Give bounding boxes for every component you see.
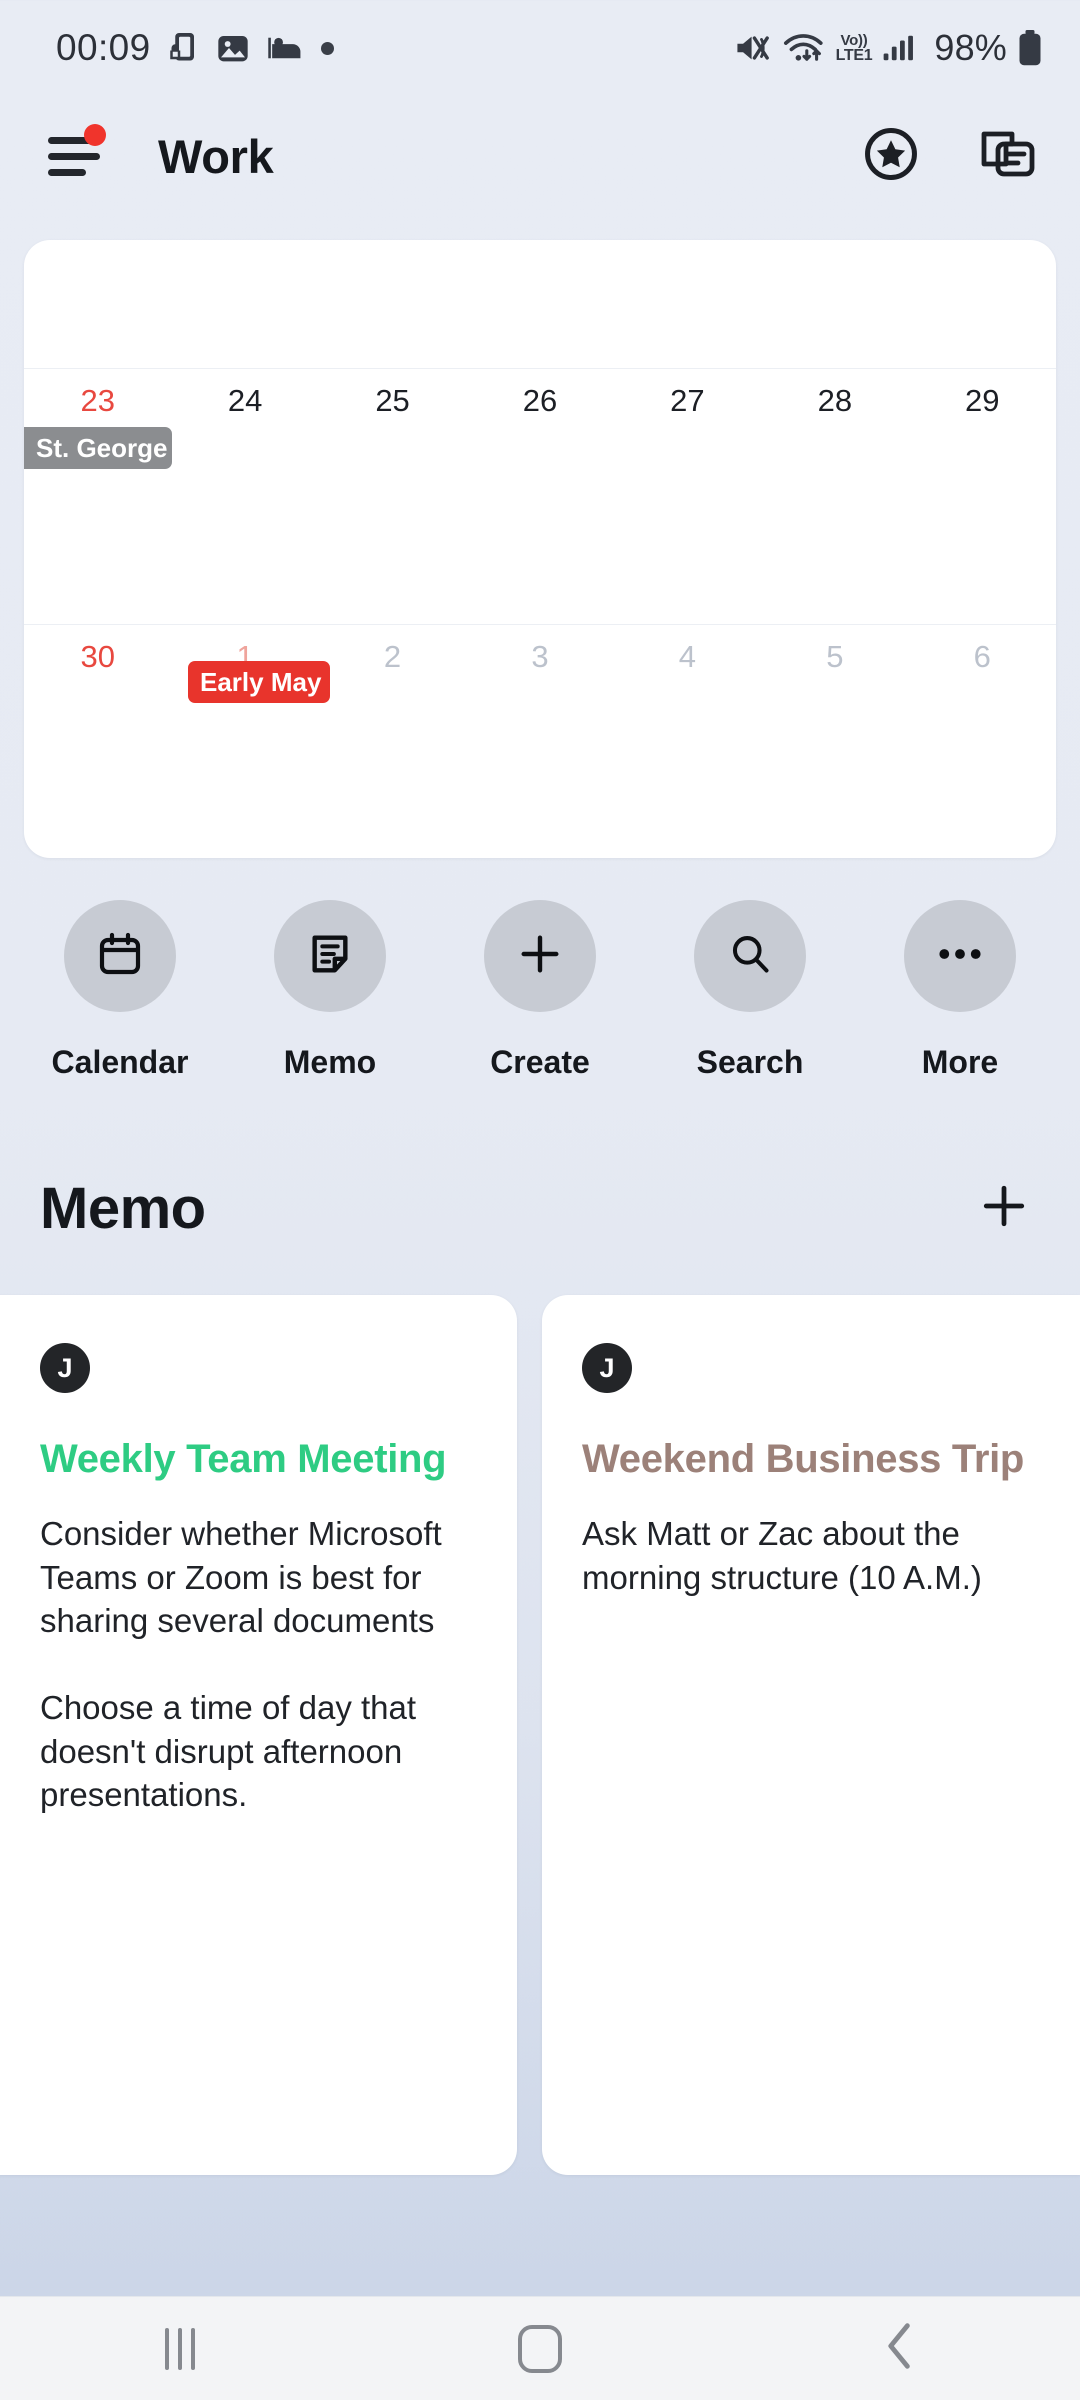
memo-section-title: Memo	[40, 1176, 206, 1241]
phone-lock-icon	[169, 31, 199, 65]
quick-action-circle[interactable]	[274, 900, 386, 1012]
battery-icon	[1018, 30, 1042, 66]
volte-indicator: Vo)) LTE1	[836, 33, 873, 64]
back-button[interactable]	[815, 2297, 985, 2400]
calendar-day-cell[interactable]: 3	[466, 639, 613, 675]
calendar-week-partial	[24, 240, 1056, 368]
calendar-event-chip[interactable]: St. George	[24, 427, 172, 469]
status-bar-left: 00:09	[56, 27, 334, 69]
image-icon	[217, 32, 249, 64]
memo-card[interactable]: J Weekly Team Meeting Consider whether M…	[0, 1295, 518, 2175]
menu-line	[48, 152, 100, 160]
status-time: 00:09	[56, 27, 151, 68]
quick-action-create[interactable]: Create	[480, 900, 600, 1081]
notification-badge-dot	[84, 124, 106, 146]
home-button[interactable]	[455, 2297, 625, 2400]
volte-bottom-label: LTE1	[835, 46, 873, 64]
quick-action-circle[interactable]	[484, 900, 596, 1012]
hamburger-menu-icon[interactable]	[48, 124, 106, 178]
volte-top-label: Vo))	[840, 31, 868, 49]
calendar-day-cell[interactable]: 29	[909, 383, 1056, 419]
wifi-icon	[783, 31, 825, 65]
calendar-card[interactable]: 23 24 25 26 27 28 29 St. George 30 1 2 3…	[24, 240, 1056, 858]
signal-bars-icon	[883, 33, 917, 63]
back-icon	[883, 2322, 917, 2375]
avatar: J	[582, 1343, 633, 1393]
memo-card[interactable]: J Weekend Business Trip Ask Matt or Zac …	[542, 1295, 1080, 2175]
quick-actions-row: Calendar Memo Create Search More	[0, 900, 1080, 1081]
memo-card-list[interactable]: J Weekly Team Meeting Consider whether M…	[0, 1295, 1080, 2175]
quick-action-circle[interactable]	[694, 900, 806, 1012]
memo-card-title: Weekly Team Meeting	[40, 1437, 447, 1481]
quick-action-memo[interactable]: Memo	[270, 900, 390, 1081]
more-horizontal-icon	[938, 946, 982, 967]
calendar-day-cell[interactable]: 23	[24, 383, 171, 419]
dot-icon	[320, 41, 334, 55]
quick-action-search[interactable]: Search	[690, 900, 810, 1081]
quick-action-label: More	[921, 1044, 999, 1080]
status-bar: 00:09 Vo)) LTE1 98%	[0, 0, 1080, 96]
app-bar: Work	[0, 96, 1080, 216]
quick-action-label: Calendar	[51, 1044, 189, 1080]
memo-card-body: Consider whether Microsoft Teams or Zoom…	[40, 1515, 442, 1814]
quick-action-label: Create	[490, 1044, 590, 1080]
calendar-week-row[interactable]: 30 1 2 3 4 5 6 Early May	[24, 624, 1056, 858]
memo-card-title: Weekend Business Trip	[582, 1437, 1025, 1481]
calendar-day-cell[interactable]: 30	[24, 639, 171, 675]
calendar-day-cell[interactable]: 5	[761, 639, 908, 675]
calendar-day-numbers: 30 1 2 3 4 5 6	[24, 625, 1056, 675]
mute-icon	[734, 31, 772, 65]
status-bar-right: Vo)) LTE1 98%	[734, 27, 1042, 69]
memo-section-header: Memo	[40, 1175, 1036, 1242]
calendar-day-numbers: 23 24 25 26 27 28 29	[24, 369, 1056, 419]
quick-action-more[interactable]: More	[900, 900, 1020, 1081]
quick-action-circle[interactable]	[904, 900, 1016, 1012]
menu-line	[48, 168, 86, 176]
app-bar-actions	[864, 127, 1036, 186]
add-memo-button[interactable]	[972, 1177, 1036, 1241]
calendar-event-chip[interactable]: Early May	[188, 661, 330, 703]
memo-card-body: Ask Matt or Zac about the morning struct…	[582, 1515, 982, 1596]
recents-button[interactable]	[95, 2297, 265, 2400]
avatar: J	[40, 1343, 90, 1393]
calendar-icon	[96, 930, 144, 983]
calendar-day-cell[interactable]: 27	[614, 383, 761, 419]
calendar-day-cell[interactable]: 25	[319, 383, 466, 419]
calendar-day-cell[interactable]: 26	[466, 383, 613, 419]
star-circle-icon[interactable]	[864, 127, 918, 186]
android-nav-bar	[0, 2296, 1080, 2400]
quick-action-label: Search	[696, 1044, 804, 1080]
recents-icon	[165, 2327, 195, 2370]
plus-icon	[978, 1180, 1030, 1237]
search-icon	[728, 932, 772, 981]
calendar-day-cell[interactable]: 2	[319, 639, 466, 675]
calendar-day-cell[interactable]: 28	[761, 383, 908, 419]
calendar-day-cell[interactable]: 24	[171, 383, 318, 419]
plus-icon	[517, 931, 563, 982]
memo-icon	[307, 931, 353, 982]
calendar-week-row[interactable]: 23 24 25 26 27 28 29 St. George	[24, 368, 1056, 624]
calendar-day-cell[interactable]: 6	[909, 639, 1056, 675]
calendar-day-cell[interactable]: 4	[614, 639, 761, 675]
quick-action-circle[interactable]	[64, 900, 176, 1012]
home-icon	[518, 2324, 562, 2373]
page-title: Work	[158, 129, 274, 183]
bed-icon	[267, 34, 303, 62]
stacked-cards-icon[interactable]	[980, 128, 1036, 185]
battery-percent-label: 98%	[934, 27, 1007, 68]
quick-action-label: Memo	[283, 1044, 377, 1080]
quick-action-calendar[interactable]: Calendar	[52, 900, 188, 1081]
